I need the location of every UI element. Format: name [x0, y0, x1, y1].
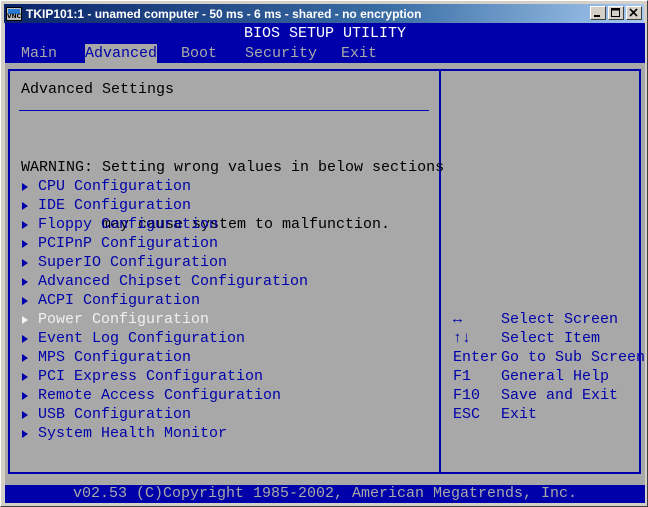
close-icon	[629, 8, 638, 17]
submenu-arrow-icon	[22, 239, 28, 248]
tab-advanced[interactable]: Advanced	[85, 44, 158, 63]
minimize-icon	[594, 15, 600, 17]
tab-main[interactable]: Main	[21, 44, 57, 63]
bios-panel: Advanced Settings WARNING: Setting wrong…	[5, 63, 645, 485]
menu-item-usb-configuration[interactable]: USB Configuration	[21, 405, 191, 424]
menu-item-pci-express-configuration[interactable]: PCI Express Configuration	[21, 367, 263, 386]
help-key-esc: ESC	[453, 406, 481, 423]
submenu-arrow-icon	[22, 315, 28, 324]
menu-item-power-configuration[interactable]: Power Configuration	[21, 310, 209, 329]
menu-item-pcipnp-configuration[interactable]: PCIPnP Configuration	[21, 234, 218, 253]
bios-header: BIOS SETUP UTILITY	[5, 23, 645, 44]
window-titlebar[interactable]: VNC TKIP101:1 - unamed computer - 50 ms …	[4, 4, 644, 23]
submenu-arrow-icon	[22, 220, 28, 229]
help-key-f10: F10	[453, 387, 481, 404]
menu-item-acpi-configuration[interactable]: ACPI Configuration	[21, 291, 200, 310]
submenu-arrow-icon	[22, 182, 28, 191]
bios-screen[interactable]: BIOS SETUP UTILITY Main Advanced Boot Se…	[5, 23, 645, 503]
tab-exit[interactable]: Exit	[341, 44, 377, 63]
help-key-f1: F1	[453, 368, 472, 385]
tab-boot[interactable]: Boot	[181, 44, 217, 63]
close-button[interactable]	[626, 6, 642, 20]
up-down-arrow-icon: ↑↓	[453, 330, 472, 347]
submenu-arrow-icon	[22, 277, 28, 286]
minimize-button[interactable]	[590, 6, 606, 20]
submenu-arrow-icon	[22, 296, 28, 305]
submenu-arrow-icon	[22, 391, 28, 400]
menu-item-floppy-configuration[interactable]: Floppy Configuration	[21, 215, 218, 234]
menu-item-superio-configuration[interactable]: SuperIO Configuration	[21, 253, 227, 272]
help-key-enter: Enter	[453, 349, 499, 366]
menu-item-cpu-configuration[interactable]: CPU Configuration	[21, 177, 191, 196]
submenu-arrow-icon	[22, 410, 28, 419]
submenu-arrow-icon	[22, 372, 28, 381]
section-divider	[19, 110, 429, 111]
maximize-button[interactable]	[608, 6, 624, 20]
window-title: TKIP101:1 - unamed computer - 50 ms - 6 …	[26, 6, 422, 21]
menu-item-mps-configuration[interactable]: MPS Configuration	[21, 348, 191, 367]
menu-item-system-health-monitor[interactable]: System Health Monitor	[21, 424, 227, 443]
left-right-arrow-icon: ↔	[453, 311, 463, 328]
menu-item-advanced-chipset-configuration[interactable]: Advanced Chipset Configuration	[21, 272, 308, 291]
vnc-window: VNC TKIP101:1 - unamed computer - 50 ms …	[0, 0, 648, 507]
submenu-arrow-icon	[22, 201, 28, 210]
maximize-icon	[611, 8, 620, 17]
submenu-arrow-icon	[22, 334, 28, 343]
bios-menubar: Main Advanced Boot Security Exit	[5, 44, 645, 63]
submenu-arrow-icon	[22, 429, 28, 438]
copyright-footer: v02.53 (C)Copyright 1985-2002, American …	[5, 485, 645, 503]
section-title: Advanced Settings	[21, 81, 175, 98]
submenu-arrow-icon	[22, 353, 28, 362]
submenu-arrow-icon	[22, 258, 28, 267]
menu-item-remote-access-configuration[interactable]: Remote Access Configuration	[21, 386, 281, 405]
vnc-app-icon[interactable]: VNC	[6, 6, 22, 21]
tab-security[interactable]: Security	[245, 44, 317, 63]
menu-item-ide-configuration[interactable]: IDE Configuration	[21, 196, 191, 215]
menu-item-event-log-configuration[interactable]: Event Log Configuration	[21, 329, 245, 348]
window-controls	[588, 6, 642, 20]
warning-line-1: WARNING: Setting wrong values in below s…	[21, 159, 445, 176]
